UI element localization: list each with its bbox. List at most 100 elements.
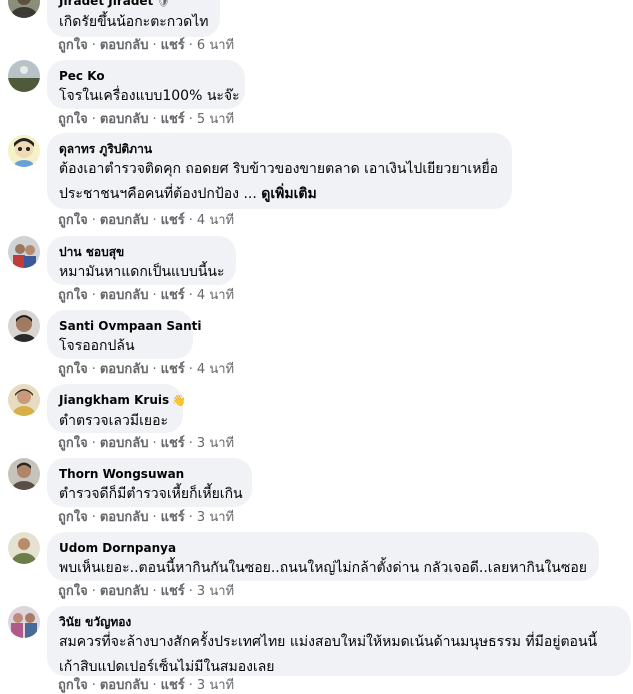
like-button[interactable]: ถูกใจ bbox=[58, 112, 88, 127]
waving-hand-icon: 👋 bbox=[172, 394, 186, 407]
author-name[interactable]: ปาน ชอบสุข bbox=[59, 245, 124, 259]
avatar-image bbox=[8, 60, 40, 92]
like-button[interactable]: ถูกใจ bbox=[58, 213, 88, 228]
separator: · bbox=[188, 112, 193, 127]
author-name[interactable]: Jiangkham Kruis bbox=[59, 393, 169, 407]
comment-text: โจรในเครื่องแบบ100% นะจ๊ะ bbox=[59, 88, 240, 104]
avatar[interactable] bbox=[8, 236, 40, 268]
comment-text: ตำตรวจเลวมีเยอะ bbox=[59, 413, 168, 429]
comment-bubble: Santi Ovmpaan Santi โจรออกปล้น bbox=[47, 310, 201, 359]
like-button[interactable]: ถูกใจ bbox=[58, 38, 88, 53]
author-name[interactable]: Udom Dornpanya bbox=[59, 541, 176, 555]
avatar[interactable] bbox=[8, 135, 40, 167]
comment-actions: ถูกใจ · ตอบกลับ · แชร์ · 5 นาที bbox=[58, 112, 234, 128]
timestamp[interactable]: 3 นาที bbox=[197, 584, 234, 599]
reply-button[interactable]: ตอบกลับ bbox=[100, 678, 149, 693]
separator: · bbox=[188, 213, 193, 228]
separator: · bbox=[91, 510, 96, 525]
avatar-image bbox=[8, 0, 40, 18]
comment-text: หมามันหาแดกเป็นแบบนี้นะ bbox=[59, 264, 225, 280]
comment-bubble: Jiangkham Kruis 👋 ตำตรวจเลวมีเยอะ bbox=[47, 384, 186, 433]
avatar-image bbox=[8, 458, 40, 490]
separator: · bbox=[188, 584, 193, 599]
share-button[interactable]: แชร์ bbox=[161, 510, 185, 525]
avatar-image bbox=[8, 532, 40, 564]
like-button[interactable]: ถูกใจ bbox=[58, 362, 88, 377]
comment-actions: ถูกใจ · ตอบกลับ · แชร์ · 4 นาที bbox=[58, 362, 234, 378]
reply-button[interactable]: ตอบกลับ bbox=[100, 38, 149, 53]
author-name[interactable]: Jiradet Jiradet bbox=[59, 0, 153, 8]
separator: · bbox=[91, 112, 96, 127]
comment-bubble: Thorn Wongsuwan ตำรวจดีก็มีตำรวจเหี้ยก็เ… bbox=[47, 458, 252, 507]
timestamp[interactable]: 3 นาที bbox=[197, 436, 234, 451]
reply-button[interactable]: ตอบกลับ bbox=[100, 436, 149, 451]
timestamp[interactable]: 4 นาที bbox=[197, 288, 234, 303]
comment-bubble: Udom Dornpanya พบเห็นเยอะ..ตอนนี้หากินกั… bbox=[47, 532, 599, 581]
author-name[interactable]: วินัย ขวัญทอง bbox=[59, 615, 131, 629]
separator: · bbox=[91, 213, 96, 228]
comment-actions: ถูกใจ · ตอบกลับ · แชร์ · 6 นาที bbox=[58, 38, 234, 54]
comment-actions: ถูกใจ · ตอบกลับ · แชร์ · 3 นาที bbox=[58, 678, 234, 694]
share-button[interactable]: แชร์ bbox=[161, 112, 185, 127]
avatar[interactable] bbox=[8, 384, 40, 416]
timestamp[interactable]: 4 นาที bbox=[197, 362, 234, 377]
separator: · bbox=[188, 288, 193, 303]
share-button[interactable]: แชร์ bbox=[161, 288, 185, 303]
reply-button[interactable]: ตอบกลับ bbox=[100, 112, 149, 127]
reply-button[interactable]: ตอบกลับ bbox=[100, 362, 149, 377]
share-button[interactable]: แชร์ bbox=[161, 362, 185, 377]
share-button[interactable]: แชร์ bbox=[161, 678, 185, 693]
timestamp[interactable]: 3 นาที bbox=[197, 510, 234, 525]
reply-button[interactable]: ตอบกลับ bbox=[100, 288, 149, 303]
comment-bubble: วินัย ขวัญทอง สมควรที่จะล้างบางสักครั้งป… bbox=[47, 606, 631, 676]
comment-text-line: ประชาชนฯคือคนที่ต้องปกป้อง ... bbox=[59, 186, 257, 202]
avatar[interactable] bbox=[8, 60, 40, 92]
separator: · bbox=[152, 584, 157, 599]
comment-bubble: Jiradet Jiradet 🛡 เกิดรัยขึ้นน้อกะตะกวดไท bbox=[47, 0, 220, 37]
author-name[interactable]: ดุลาทร ภูริปติภาน bbox=[59, 142, 152, 156]
like-button[interactable]: ถูกใจ bbox=[58, 436, 88, 451]
timestamp[interactable]: 3 นาที bbox=[197, 678, 234, 693]
comment-bubble: Pec Ko โจรในเครื่องแบบ100% นะจ๊ะ bbox=[47, 60, 245, 109]
comment-text: สมควรที่จะล้างบางสักครั้งประเทศไทย แม่งส… bbox=[59, 634, 598, 650]
share-button[interactable]: แชร์ bbox=[161, 213, 185, 228]
timestamp[interactable]: 4 นาที bbox=[197, 213, 234, 228]
comment-bubble: ปาน ชอบสุข หมามันหาแดกเป็นแบบนี้นะ bbox=[47, 236, 236, 285]
like-button[interactable]: ถูกใจ bbox=[58, 510, 88, 525]
separator: · bbox=[188, 510, 193, 525]
separator: · bbox=[91, 362, 96, 377]
comment-actions: ถูกใจ · ตอบกลับ · แชร์ · 4 นาที bbox=[58, 213, 234, 229]
avatar[interactable] bbox=[8, 606, 40, 638]
avatar-image bbox=[8, 236, 40, 268]
separator: · bbox=[152, 510, 157, 525]
comment-actions: ถูกใจ · ตอบกลับ · แชร์ · 3 นาที bbox=[58, 436, 234, 452]
like-button[interactable]: ถูกใจ bbox=[58, 584, 88, 599]
author-name[interactable]: Pec Ko bbox=[59, 69, 105, 83]
timestamp[interactable]: 5 นาที bbox=[197, 112, 234, 127]
share-button[interactable]: แชร์ bbox=[161, 38, 185, 53]
share-button[interactable]: แชร์ bbox=[161, 584, 185, 599]
avatar[interactable] bbox=[8, 458, 40, 490]
comment-text: เกิดรัยขึ้นน้อกะตะกวดไท bbox=[59, 14, 209, 30]
share-button[interactable]: แชร์ bbox=[161, 436, 185, 451]
author-name[interactable]: Thorn Wongsuwan bbox=[59, 467, 184, 481]
avatar[interactable] bbox=[8, 532, 40, 564]
avatar[interactable] bbox=[8, 0, 40, 18]
timestamp[interactable]: 6 นาที bbox=[197, 38, 234, 53]
reply-button[interactable]: ตอบกลับ bbox=[100, 510, 149, 525]
avatar-image bbox=[8, 606, 40, 638]
see-more-link[interactable]: ดูเพิ่มเติม bbox=[261, 186, 316, 202]
separator: · bbox=[91, 436, 96, 451]
like-button[interactable]: ถูกใจ bbox=[58, 678, 88, 693]
comment-bubble: ดุลาทร ภูริปติภาน ต้องเอาตำรวจติดคุก ถอด… bbox=[47, 133, 512, 209]
like-button[interactable]: ถูกใจ bbox=[58, 288, 88, 303]
author-name[interactable]: Santi Ovmpaan Santi bbox=[59, 319, 201, 333]
reply-button[interactable]: ตอบกลับ bbox=[100, 584, 149, 599]
reply-button[interactable]: ตอบกลับ bbox=[100, 213, 149, 228]
avatar-image bbox=[8, 135, 40, 167]
separator: · bbox=[152, 436, 157, 451]
comment-text: ต้องเอาตำรวจติดคุก ถอดยศ ริบข้าวของขายตล… bbox=[59, 161, 499, 177]
avatar[interactable] bbox=[8, 310, 40, 342]
comment-actions: ถูกใจ · ตอบกลับ · แชร์ · 4 นาที bbox=[58, 288, 234, 304]
separator: · bbox=[91, 38, 96, 53]
